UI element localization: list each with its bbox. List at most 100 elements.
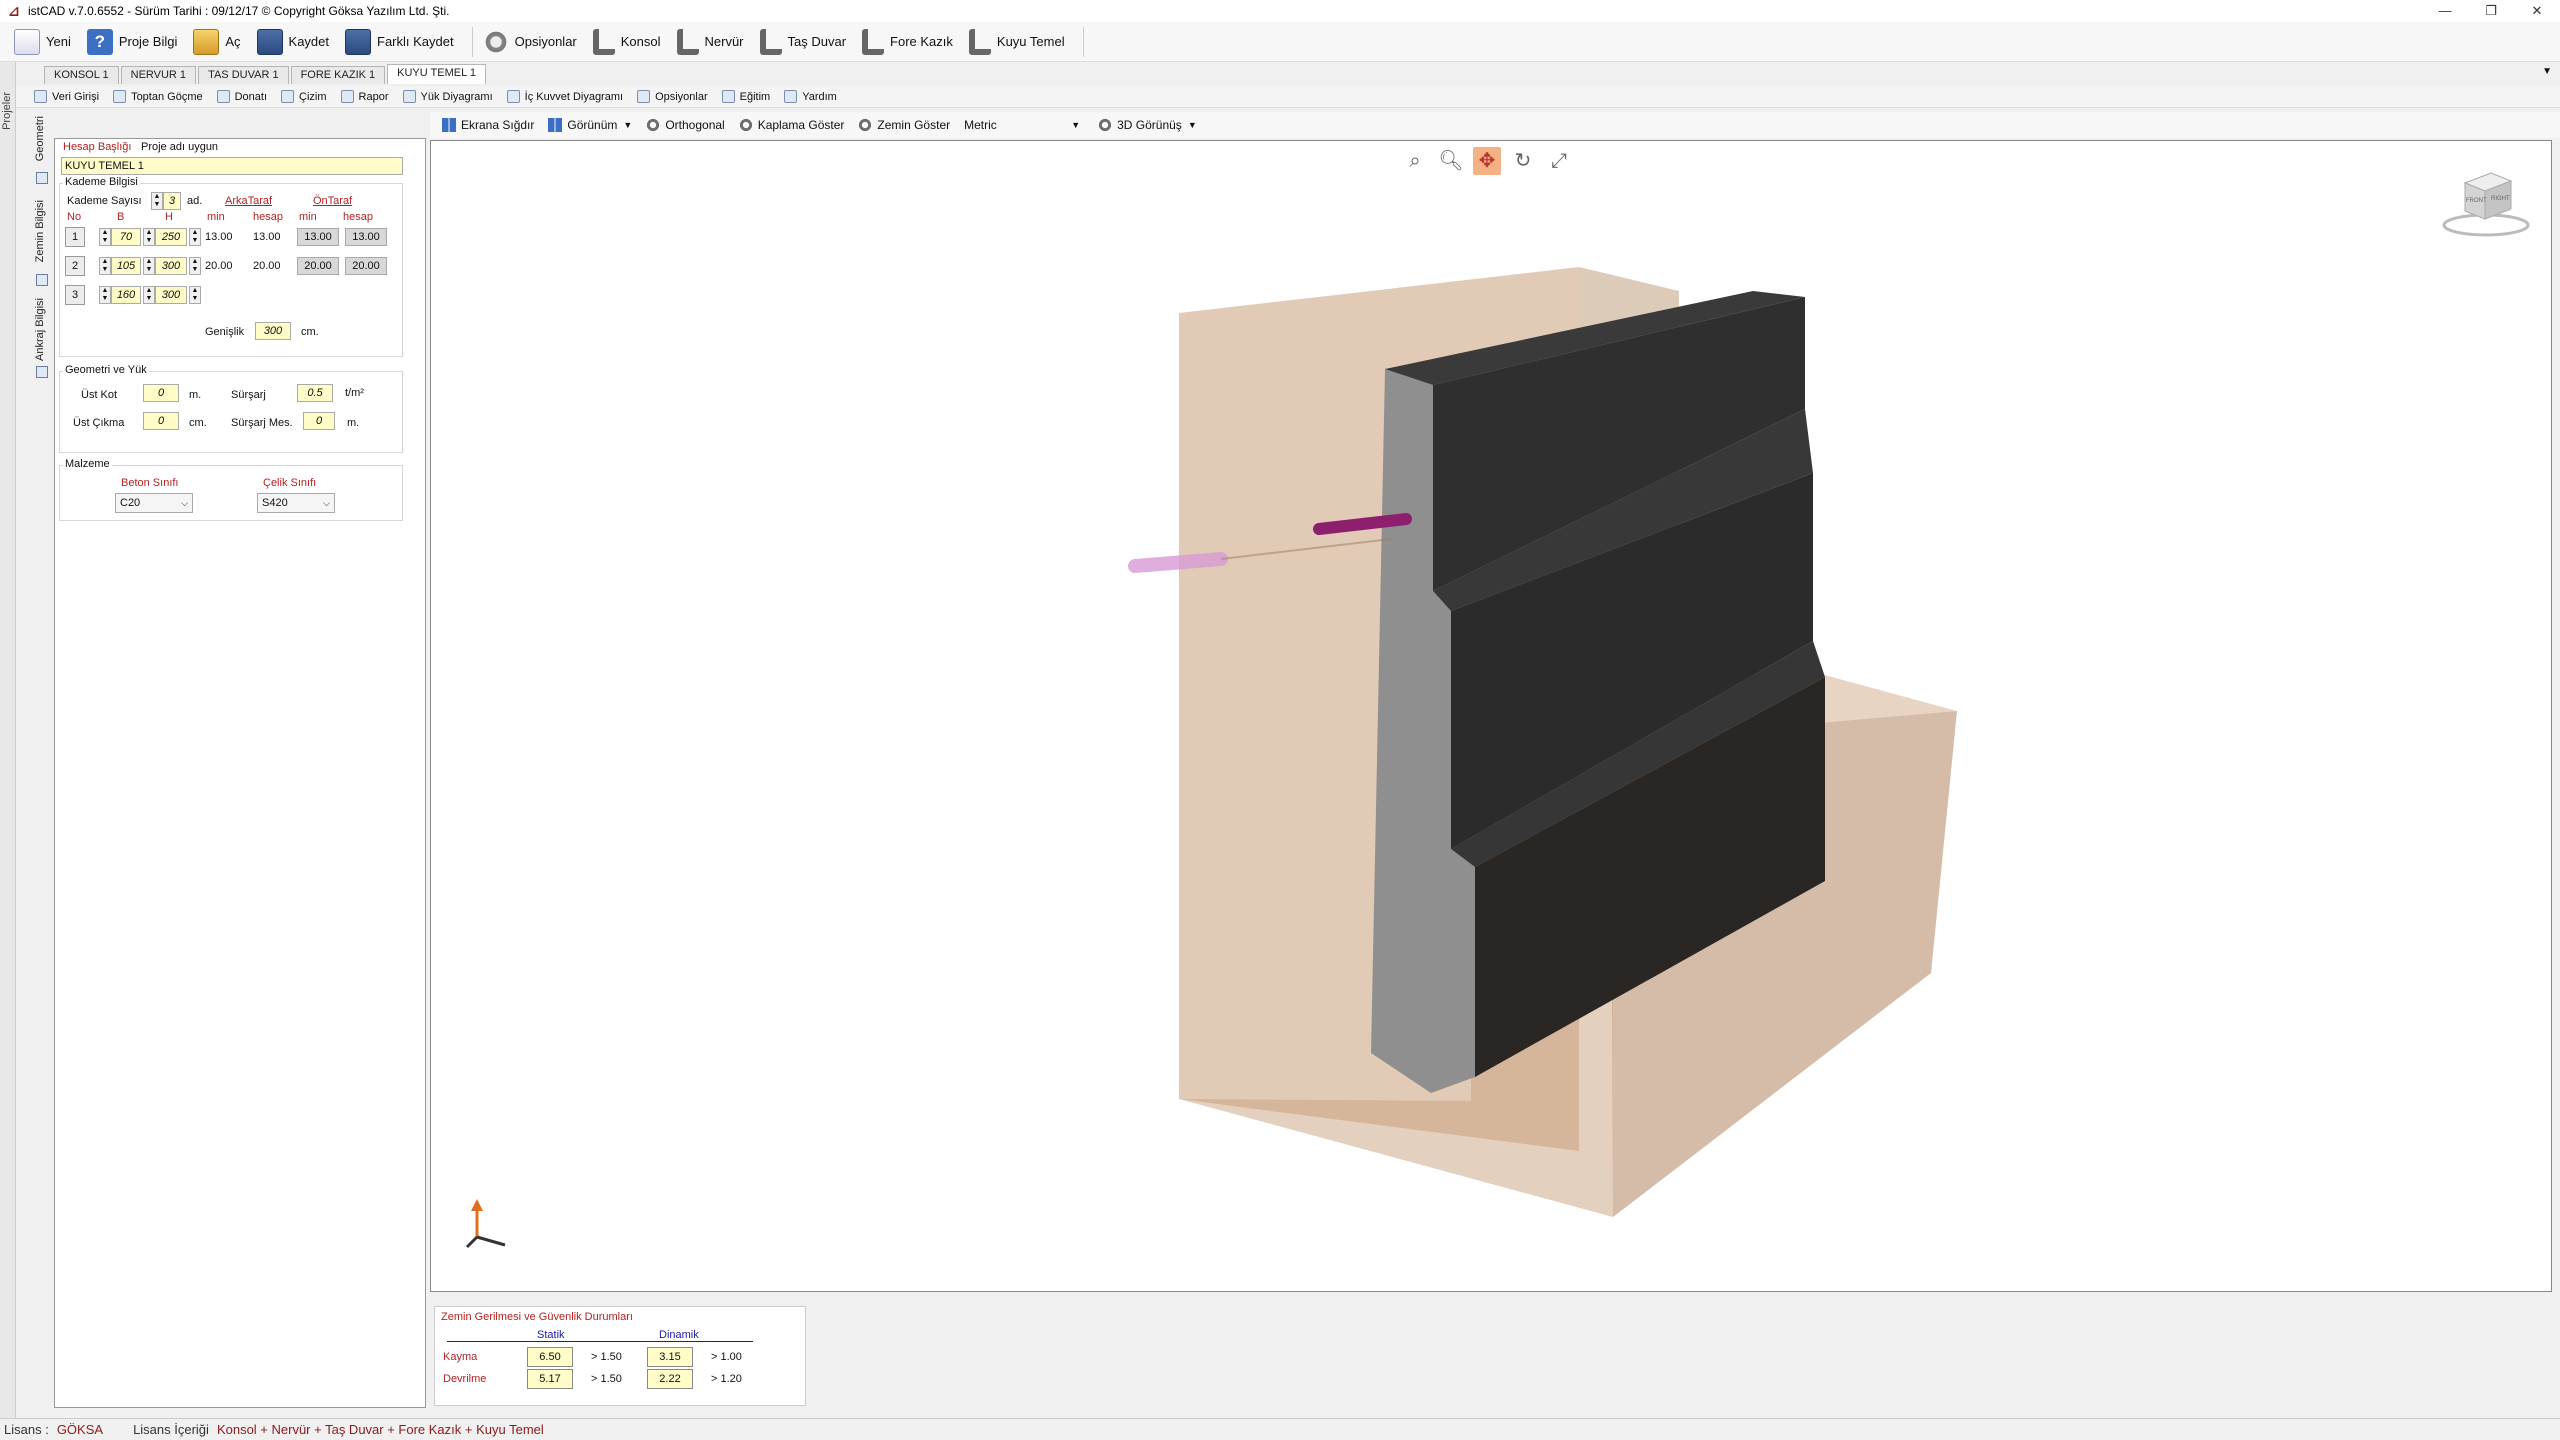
row-2-b-spinner-icon[interactable]: ▲ ▼ <box>99 257 111 275</box>
project-info-button[interactable]: ? Proje Bilgi <box>83 25 186 59</box>
row-3-b-input[interactable]: 160 <box>111 286 141 304</box>
donati-button[interactable]: Donatı <box>216 90 267 103</box>
gear-icon <box>646 118 661 132</box>
row-1-h2-spinner-icon[interactable]: ▲ ▼ <box>189 228 201 246</box>
minimize-button[interactable]: — <box>2422 0 2468 22</box>
hesap-basligi-label: Hesap Başlığı <box>63 141 132 153</box>
hesap-basligi-hint: Proje adı uygun <box>141 141 219 153</box>
caret-down-icon: ▼ <box>1187 120 1197 130</box>
rapor-button[interactable]: Rapor <box>340 90 389 103</box>
lisans-label: Lisans : <box>4 1422 49 1437</box>
row-1-b-input[interactable]: 70 <box>111 228 141 246</box>
kademe-sayisi-label: Kademe Sayısı <box>67 195 142 207</box>
kademe-sayisi-input[interactable]: 3 <box>163 192 181 210</box>
open-button[interactable]: Aç <box>189 25 248 59</box>
collapse-icon <box>113 90 127 103</box>
beton-sinifi-select[interactable]: C20 ⌵ <box>115 493 193 513</box>
kaplama-goster-button[interactable]: Kaplama Göster <box>738 118 844 132</box>
kuyu-temel-button[interactable]: Kuyu Temel <box>965 25 1073 59</box>
viewcube-icon[interactable]: FRONT RIGHT <box>2441 169 2531 239</box>
egitim-button[interactable]: Eğitim <box>721 90 770 103</box>
genislik-input[interactable]: 300 <box>255 322 291 340</box>
row-1-no-button[interactable]: 1 <box>65 227 85 247</box>
tab-konsol-1[interactable]: KONSOL 1 <box>44 66 119 84</box>
fore-kazik-button[interactable]: Fore Kazık <box>858 25 961 59</box>
save-button[interactable]: Kaydet <box>253 25 337 59</box>
kayma-dinamik-value: 3.15 <box>647 1347 693 1367</box>
chevron-down-icon: ⌵ <box>181 498 188 508</box>
nervur-button[interactable]: Nervür <box>673 25 752 59</box>
col-min-2-header: min <box>299 211 317 223</box>
row-3-b-spinner-icon[interactable]: ▲ ▼ <box>99 286 111 304</box>
sub-opsiyonlar-button[interactable]: Opsiyonlar <box>637 90 708 103</box>
ust-cikma-label: Üst Çıkma <box>73 417 125 429</box>
sursarj-mes-label: Sürşarj Mes. <box>231 417 293 429</box>
new-button[interactable]: Yeni <box>10 25 79 59</box>
sursarj-mes-unit: m. <box>347 417 360 429</box>
gorunus-3d-dropdown[interactable]: 3D Görünüş ▼ <box>1098 118 1197 132</box>
tab-geometri[interactable]: Geometri <box>34 116 46 161</box>
row-2-no-button[interactable]: 2 <box>65 256 85 276</box>
veri-girisi-button[interactable]: Veri Girişi <box>34 90 99 103</box>
row-3-h-input[interactable]: 300 <box>155 286 187 304</box>
row-2-h-spinner-icon[interactable]: ▲ ▼ <box>143 257 155 275</box>
row-1-h-input[interactable]: 250 <box>155 228 187 246</box>
devrilme-statik-limit: > 1.50 <box>591 1373 622 1385</box>
ust-kot-unit: m. <box>189 389 202 401</box>
tas-duvar-button[interactable]: Taş Duvar <box>756 25 855 59</box>
tab-tas-duvar-1[interactable]: TAS DUVAR 1 <box>198 66 289 84</box>
units-select[interactable]: Metric ▼ <box>964 116 1084 134</box>
3d-viewport[interactable]: ⌕ 🔍︎ ✥ ↻ ⤢ FRONT RIGHT <box>430 140 2552 1292</box>
tab-kuyu-temel-1[interactable]: KUYU TEMEL 1 <box>387 64 486 84</box>
tabs-dropdown-icon[interactable]: ▼ <box>2542 66 2552 77</box>
col-h-header: H <box>165 211 173 223</box>
data-entry-icon <box>34 90 47 103</box>
row-1-b-spinner-icon[interactable]: ▲ ▼ <box>99 228 111 246</box>
maximize-button[interactable]: ❐ <box>2468 0 2514 22</box>
options-button[interactable]: Opsiyonlar <box>479 25 585 59</box>
statik-header: Statik <box>537 1329 565 1341</box>
save-as-button[interactable]: Farklı Kaydet <box>341 25 462 59</box>
window-controls: — ❐ ✕ <box>2422 0 2560 22</box>
row-2-h2-spinner-icon[interactable]: ▲ ▼ <box>189 257 201 275</box>
yuk-diyagrami-button[interactable]: Yük Diyagramı <box>402 90 493 103</box>
sursarj-mes-input[interactable]: 0 <box>303 412 335 430</box>
tab-ankraj-bilgisi[interactable]: Ankraj Bilgisi <box>34 298 46 361</box>
col-hesap-2-header: hesap <box>343 211 373 223</box>
row-2-arka-min: 20.00 <box>205 260 233 272</box>
load-diagram-icon <box>402 90 416 103</box>
toolbar-separator <box>471 26 473 57</box>
projects-tab[interactable]: Projeler <box>1 92 15 130</box>
hesap-basligi-input[interactable]: KUYU TEMEL 1 <box>61 157 403 175</box>
row-2-b-input[interactable]: 105 <box>111 257 141 275</box>
tab-fore-kazik-1[interactable]: FORE KAZIK 1 <box>290 66 386 84</box>
sursarj-label: Sürşarj <box>231 389 266 401</box>
tab-zemin-bilgisi[interactable]: Zemin Bilgisi <box>34 200 46 262</box>
row-3-no-button[interactable]: 3 <box>65 285 85 305</box>
gear-icon <box>1098 118 1113 132</box>
close-button[interactable]: ✕ <box>2514 0 2560 22</box>
ekrana-sigdir-button[interactable]: Ekrana Sığdır <box>442 118 534 132</box>
row-1-h-spinner-icon[interactable]: ▲ ▼ <box>143 228 155 246</box>
orthogonal-button[interactable]: Orthogonal <box>646 118 725 132</box>
toptan-gocme-button[interactable]: Toptan Göçme <box>113 90 203 103</box>
kademe-spinner-icon[interactable]: ▲ ▼ <box>151 192 163 210</box>
row-3-h-spinner-icon[interactable]: ▲ ▼ <box>143 286 155 304</box>
konsol-button[interactable]: Konsol <box>589 25 669 59</box>
yardim-button[interactable]: Yardım <box>784 90 837 103</box>
tab-nervur-1[interactable]: NERVUR 1 <box>120 66 197 84</box>
sursarj-unit: t/m² <box>345 387 364 399</box>
gorunum-dropdown[interactable]: Görünüm ▼ <box>548 118 632 132</box>
row-2-h-input[interactable]: 300 <box>155 257 187 275</box>
cizim-button[interactable]: Çizim <box>281 90 327 103</box>
ust-kot-input[interactable]: 0 <box>143 384 179 402</box>
row-3-h2-spinner-icon[interactable]: ▲ ▼ <box>189 286 201 304</box>
sub-toolbar: Veri Girişi Toptan Göçme Donatı Çizim Ra… <box>16 86 2560 108</box>
window-title: istCAD v.7.0.6552 - Sürüm Tarihi : 09/12… <box>28 4 450 18</box>
sursarj-input[interactable]: 0.5 <box>297 384 333 402</box>
zemin-goster-button[interactable]: Zemin Göster <box>858 118 950 132</box>
celik-sinifi-select[interactable]: S420 ⌵ <box>257 493 335 513</box>
ust-cikma-input[interactable]: 0 <box>143 412 179 430</box>
kayma-dinamik-limit: > 1.00 <box>711 1351 742 1363</box>
ic-kuvvet-button[interactable]: İç Kuvvet Diyagramı <box>506 90 623 103</box>
